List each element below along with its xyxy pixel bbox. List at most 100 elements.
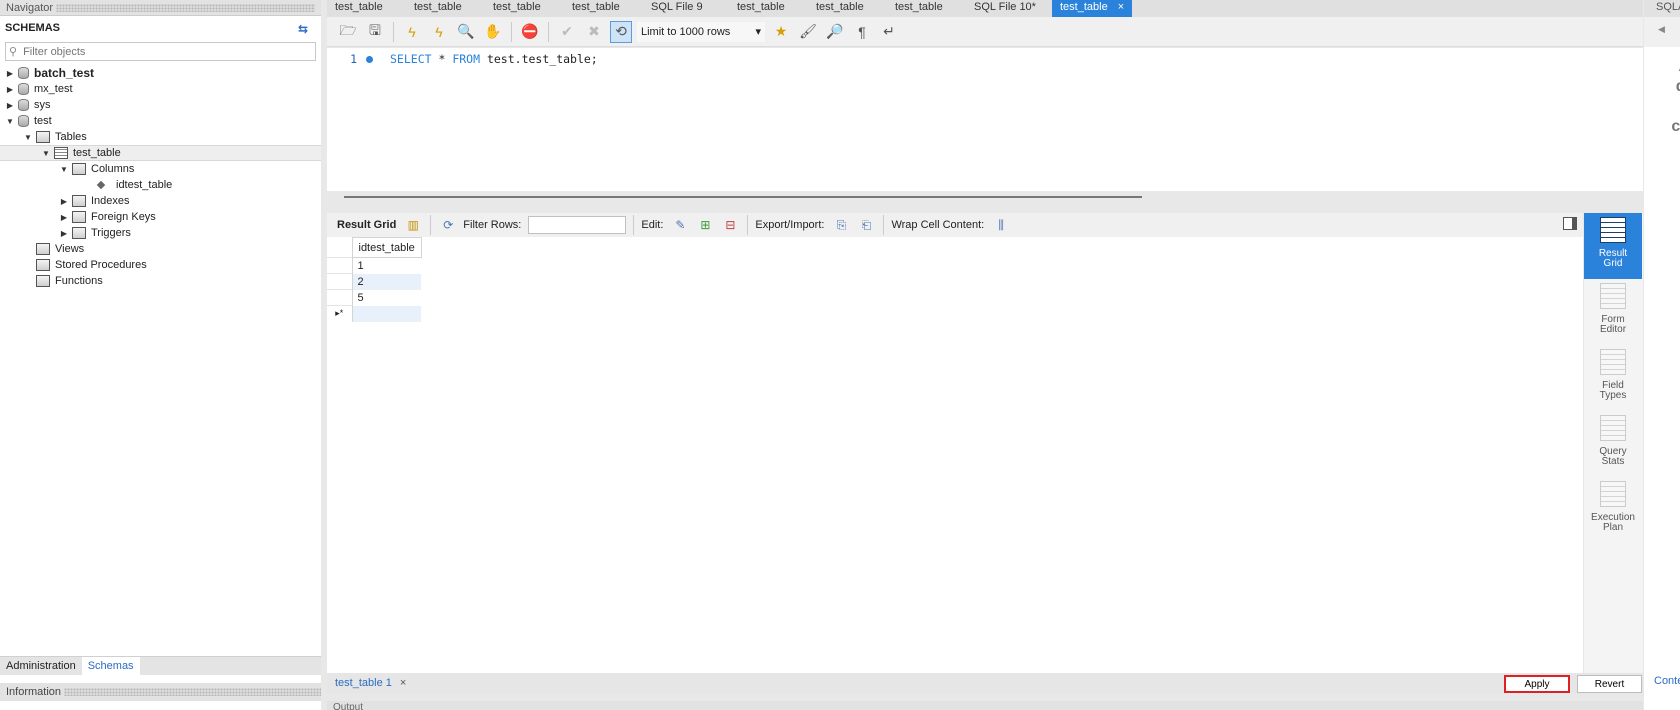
database-icon bbox=[18, 99, 29, 111]
tab-test-table-2[interactable]: test_table bbox=[406, 0, 485, 17]
toggle-error-icon[interactable]: ⛔ bbox=[519, 21, 541, 43]
output-bar[interactable]: Output bbox=[327, 701, 1643, 710]
tab-schemas[interactable]: Schemas bbox=[81, 656, 140, 676]
help-text-line: r bbox=[1647, 97, 1680, 117]
explain-icon[interactable]: 🔍 bbox=[455, 21, 477, 43]
panel-arrow-left-icon[interactable]: ◀ bbox=[1644, 17, 1680, 47]
bookmark-star-icon[interactable]: ★ bbox=[770, 21, 792, 43]
collapse-arrow-icon[interactable]: ▼ bbox=[58, 165, 70, 174]
table-cell[interactable]: 2 bbox=[352, 273, 422, 290]
editor-horizontal-scrollbar[interactable] bbox=[344, 196, 1142, 198]
columns-folder-icon bbox=[72, 163, 86, 175]
limit-rows-select[interactable]: Limit to 1000 rows ▾ bbox=[637, 21, 765, 42]
row-header[interactable] bbox=[327, 257, 353, 274]
tree-item-test-table[interactable]: ▼ test_table bbox=[0, 145, 321, 161]
tree-item-test[interactable]: ▼ test bbox=[0, 113, 321, 129]
column-header[interactable]: idtest_table bbox=[351, 237, 422, 258]
tree-item-stored-procedures[interactable]: Stored Procedures bbox=[0, 257, 321, 273]
table-row[interactable]: 5 bbox=[327, 289, 421, 306]
tree-item-sys[interactable]: ▶ sys bbox=[0, 97, 321, 113]
table-row-new[interactable]: ▸* bbox=[327, 305, 422, 322]
tree-item-columns[interactable]: ▼ Columns bbox=[0, 161, 321, 177]
stop-icon[interactable]: ✋ bbox=[482, 21, 504, 43]
tree-item-foreign-keys[interactable]: ▶ Foreign Keys bbox=[0, 209, 321, 225]
execution-plan-button[interactable]: Execution Plan bbox=[1584, 477, 1642, 543]
import-icon[interactable]: ⎗ bbox=[856, 216, 876, 234]
table-cell[interactable]: 5 bbox=[352, 290, 421, 306]
apply-button[interactable]: Apply bbox=[1504, 675, 1570, 693]
invisible-chars-icon[interactable]: ¶ bbox=[851, 21, 873, 43]
save-icon[interactable]: 🖫 bbox=[364, 21, 386, 43]
result-tab[interactable]: test_table 1 × bbox=[327, 677, 414, 689]
tree-item-views[interactable]: Views bbox=[0, 241, 321, 257]
refresh-rows-icon[interactable]: ⟳ bbox=[438, 216, 458, 234]
insert-row-icon[interactable]: ⊞ bbox=[695, 216, 715, 234]
field-types-button[interactable]: Field Types bbox=[1584, 345, 1642, 411]
table-cell-new[interactable] bbox=[351, 305, 422, 322]
collapse-arrow-icon[interactable]: ▼ bbox=[4, 117, 16, 126]
sql-editor[interactable]: 1 SELECT * FROM test.test_table; bbox=[327, 48, 1643, 191]
navigator-panel: Navigator SCHEMAS ⇆ ⚲ ▶ batch_test ▶ mx_… bbox=[0, 0, 321, 710]
commit-icon[interactable]: ✔ bbox=[556, 21, 578, 43]
tree-item-idtest-table[interactable]: idtest_table bbox=[0, 177, 321, 193]
filter-rows-input[interactable] bbox=[528, 216, 627, 234]
result-grid-button[interactable]: Result Grid bbox=[1584, 213, 1642, 279]
grid-view-icon[interactable]: ▥ bbox=[403, 216, 423, 234]
active-tab-label: test_table bbox=[1060, 1, 1108, 13]
collapse-arrow-icon[interactable]: ▼ bbox=[40, 149, 52, 158]
execute-current-icon[interactable]: ϟ bbox=[428, 21, 450, 43]
query-stats-button[interactable]: Query Stats bbox=[1584, 411, 1642, 477]
tree-item-indexes[interactable]: ▶ Indexes bbox=[0, 193, 321, 209]
toggle-side-panel-icon[interactable] bbox=[1563, 217, 1577, 230]
table-row[interactable]: 1 bbox=[327, 257, 421, 274]
title-grip[interactable] bbox=[56, 3, 315, 12]
tab-test-table-7[interactable]: test_table bbox=[887, 0, 966, 17]
find-icon[interactable]: 🔎 bbox=[824, 21, 846, 43]
tree-item-tables[interactable]: ▼ Tables bbox=[0, 129, 321, 145]
side-label: Grid bbox=[1603, 258, 1623, 269]
expand-arrow-icon[interactable]: ▶ bbox=[4, 85, 16, 94]
views-folder-icon bbox=[36, 243, 50, 255]
wrap-cell-icon[interactable]: ⫼ bbox=[991, 216, 1011, 234]
tree-item-batch-test[interactable]: ▶ batch_test bbox=[0, 65, 321, 81]
autocommit-icon[interactable]: ⟲ bbox=[610, 20, 632, 43]
filter-objects-input[interactable] bbox=[23, 45, 304, 58]
beautify-icon[interactable]: 🖌 bbox=[797, 21, 819, 43]
execute-icon[interactable]: ϟ bbox=[401, 21, 423, 43]
row-header[interactable] bbox=[327, 289, 353, 306]
expand-arrow-icon[interactable]: ▶ bbox=[58, 229, 70, 238]
table-cell[interactable]: 1 bbox=[352, 258, 421, 274]
tab-sql-file-9[interactable]: SQL File 9 bbox=[643, 0, 729, 17]
expand-arrow-icon[interactable]: ▶ bbox=[58, 197, 70, 206]
expand-arrow-icon[interactable]: ▶ bbox=[4, 69, 16, 78]
information-grip[interactable] bbox=[64, 688, 321, 696]
rollback-icon[interactable]: ✖ bbox=[583, 21, 605, 43]
tree-item-functions[interactable]: Functions bbox=[0, 273, 321, 289]
open-file-icon[interactable]: 🗁 bbox=[337, 21, 359, 43]
close-result-tab-icon[interactable]: × bbox=[400, 677, 406, 689]
tab-test-table-active[interactable]: test_table × bbox=[1052, 0, 1133, 17]
close-tab-icon[interactable]: × bbox=[1118, 1, 1124, 17]
export-icon[interactable]: ⎘ bbox=[831, 216, 851, 234]
delete-row-icon[interactable]: ⊟ bbox=[720, 216, 740, 234]
tab-administration[interactable]: Administration bbox=[0, 658, 82, 674]
edit-row-icon[interactable]: ✎ bbox=[670, 216, 690, 234]
tab-test-table-5[interactable]: test_table bbox=[729, 0, 808, 17]
form-editor-button[interactable]: Form Editor bbox=[1584, 279, 1642, 345]
tree-item-mx-test[interactable]: ▶ mx_test bbox=[0, 81, 321, 97]
collapse-arrow-icon[interactable]: ▼ bbox=[22, 133, 34, 142]
tab-test-table-1[interactable]: test_table bbox=[327, 0, 406, 17]
refresh-icon[interactable]: ⇆ bbox=[298, 22, 308, 42]
row-header[interactable] bbox=[327, 273, 353, 290]
expand-arrow-icon[interactable]: ▶ bbox=[58, 213, 70, 222]
tab-sql-file-10[interactable]: SQL File 10* bbox=[966, 0, 1052, 17]
tree-item-triggers[interactable]: ▶ Triggers bbox=[0, 225, 321, 241]
tab-test-table-4[interactable]: test_table bbox=[564, 0, 643, 17]
context-help-tab[interactable]: Conte bbox=[1654, 675, 1680, 687]
tab-test-table-3[interactable]: test_table bbox=[485, 0, 564, 17]
tab-test-table-6[interactable]: test_table bbox=[808, 0, 887, 17]
wrap-lines-icon[interactable]: ↵ bbox=[878, 21, 900, 43]
table-row[interactable]: 2 bbox=[327, 273, 422, 290]
expand-arrow-icon[interactable]: ▶ bbox=[4, 101, 16, 110]
revert-button[interactable]: Revert bbox=[1577, 675, 1642, 693]
